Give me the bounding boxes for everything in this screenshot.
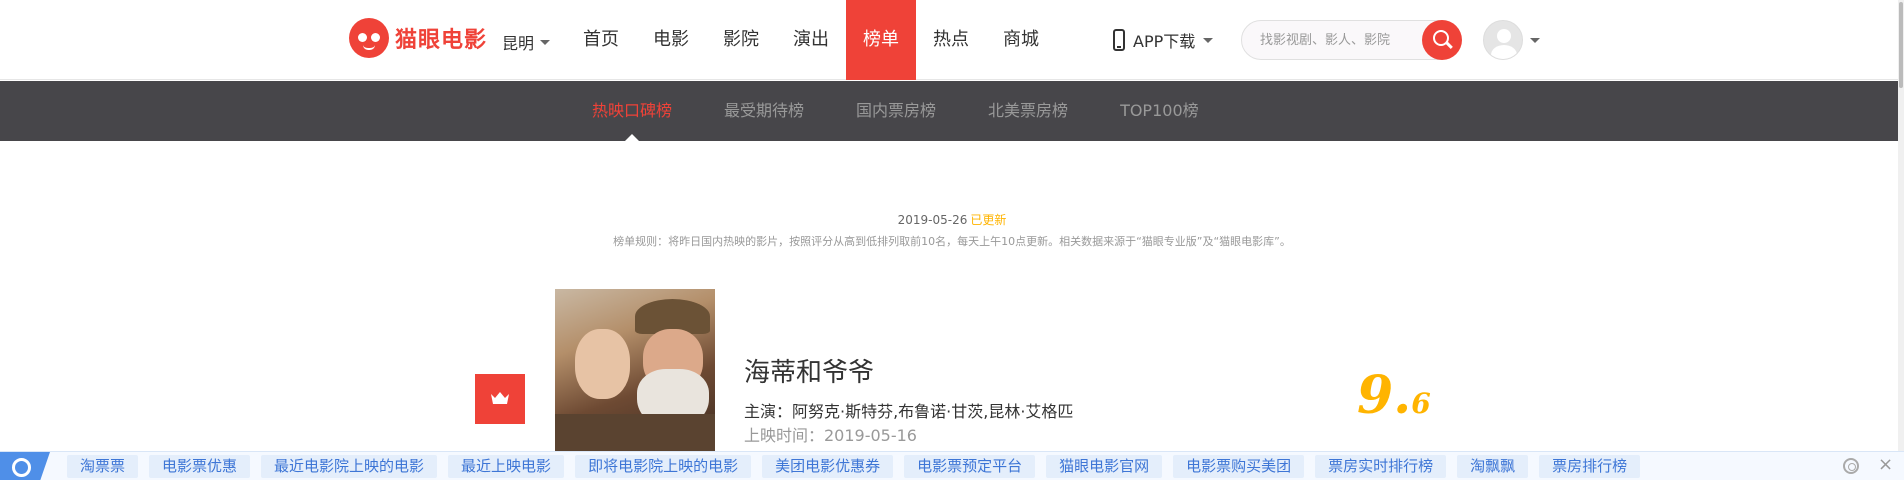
main-nav: 首页 电影 影院 演出 榜单 热点 商城 (566, 0, 1056, 80)
board-rule: 榜单规则：将昨日国内热映的影片，按照评分从高到低排列取前10名，每天上午10点更… (613, 235, 1291, 248)
crown-icon (491, 392, 509, 404)
brand-name: 猫眼电影 (395, 28, 488, 53)
nav-item-hot[interactable]: 热点 (916, 0, 986, 80)
bottom-link[interactable]: 淘飘飘 (1457, 455, 1529, 478)
update-info: 2019-05-26 已更新 (0, 211, 1904, 228)
movie-score: 9.6 (1357, 365, 1431, 426)
updated-tag: 已更新 (970, 213, 1007, 227)
bottom-link-bar: 淘票票 电影票优惠 最近电影院上映的电影 最近上映电影 即将电影院上映的电影 美… (0, 451, 1904, 480)
app-download[interactable]: APP下载 (1113, 28, 1214, 52)
scrollbar-thumb[interactable] (1899, 2, 1903, 88)
bottom-link[interactable]: 猫眼电影官网 (1046, 455, 1163, 478)
bottom-link[interactable]: 最近电影院上映的电影 (261, 455, 438, 478)
nav-item-mall[interactable]: 商城 (986, 0, 1056, 80)
rank-badge (475, 374, 525, 424)
logo[interactable]: 猫眼电影 (349, 18, 487, 58)
scrollbar[interactable] (1898, 0, 1904, 451)
search-input[interactable] (1260, 30, 1410, 50)
app-download-label: APP下载 (1133, 32, 1196, 51)
city-selector[interactable]: 昆明 (502, 30, 551, 54)
tab-most-expected[interactable]: 最受期待榜 (698, 81, 830, 141)
city-label: 昆明 (502, 34, 535, 53)
close-icon[interactable]: × (1878, 455, 1893, 475)
bottom-links: 淘票票 电影票优惠 最近电影院上映的电影 最近上映电影 即将电影院上映的电影 美… (67, 455, 1641, 478)
movie-cast: 主演：阿努克·斯特芬,布鲁诺·甘茨,昆林·艾格匹 (744, 402, 1074, 421)
nav-item-cinemas[interactable]: 影院 (706, 0, 776, 80)
tab-top100[interactable]: TOP100榜 (1094, 81, 1225, 141)
gear-icon[interactable] (1843, 458, 1859, 474)
chevron-down-icon[interactable] (1530, 38, 1540, 43)
nav-item-shows[interactable]: 演出 (776, 0, 846, 80)
score-decimal: 6 (1411, 387, 1431, 420)
search-box (1241, 20, 1462, 60)
bottom-link[interactable]: 电影票预定平台 (904, 455, 1036, 478)
cat-logo-icon (349, 18, 389, 58)
nav-item-home[interactable]: 首页 (566, 0, 636, 80)
tab-hot-reputation[interactable]: 热映口碑榜 (566, 81, 698, 141)
bottom-link[interactable]: 票房实时排行榜 (1315, 455, 1447, 478)
tab-domestic-box-office[interactable]: 国内票房榜 (830, 81, 962, 141)
phone-icon (1113, 29, 1125, 51)
update-date: 2019-05-26 (897, 213, 968, 227)
avatar[interactable] (1483, 20, 1523, 60)
board-tabs: 热映口碑榜 最受期待榜 国内票房榜 北美票房榜 TOP100榜 (0, 81, 1904, 141)
bottom-link[interactable]: 美团电影优惠券 (762, 455, 894, 478)
search-icon[interactable] (1422, 20, 1462, 60)
bottom-link[interactable]: 电影票优惠 (149, 455, 251, 478)
movie-title[interactable]: 海蒂和爷爷 (744, 352, 874, 389)
search-engine-logo-icon[interactable] (0, 452, 50, 480)
nav-item-boards[interactable]: 榜单 (846, 0, 916, 80)
chevron-down-icon (1203, 37, 1214, 43)
bottom-link[interactable]: 即将电影院上映的电影 (575, 455, 752, 478)
nav-item-movies[interactable]: 电影 (636, 0, 706, 80)
movie-release-date: 上映时间：2019-05-16 (744, 426, 917, 445)
page: 猫眼电影 昆明 首页 电影 影院 演出 榜单 热点 商城 APP下载 热映口 (0, 0, 1904, 480)
bottom-link[interactable]: 淘票票 (67, 455, 139, 478)
score-integer: 9. (1357, 365, 1412, 426)
movie-poster[interactable] (555, 289, 715, 454)
header: 猫眼电影 昆明 首页 电影 影院 演出 榜单 热点 商城 APP下载 (0, 0, 1904, 80)
tab-na-box-office[interactable]: 北美票房榜 (962, 81, 1094, 141)
bottom-link[interactable]: 最近上映电影 (448, 455, 565, 478)
chevron-down-icon (540, 39, 551, 45)
bottom-link[interactable]: 电影票购买美团 (1173, 455, 1305, 478)
bottom-link[interactable]: 票房排行榜 (1539, 455, 1641, 478)
